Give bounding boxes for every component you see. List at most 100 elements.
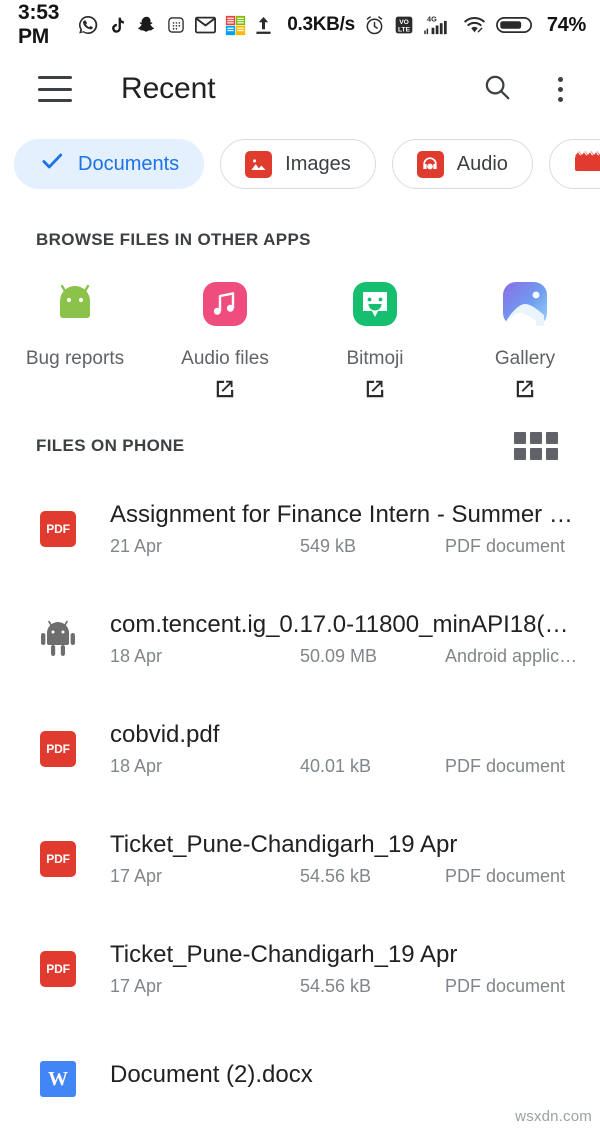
- word-file-icon: W: [36, 1061, 80, 1097]
- files-section-header: FILES ON PHONE: [36, 436, 185, 455]
- file-subtitle: 17 Apr 54.56 kB PDF document: [110, 866, 578, 887]
- chip-video[interactable]: Vi: [548, 139, 600, 189]
- table-row[interactable]: PDF cobvid.pdf 18 Apr 40.01 kB PDF docum…: [0, 694, 600, 804]
- table-row[interactable]: PDF Ticket_Pune-Chandigarh_19 Apr 17 Apr…: [0, 914, 600, 1024]
- status-bar: 3:53 PM 0.3KB/s VO LTE 4G 74%: [0, 0, 600, 50]
- file-size: 54.56 kB: [300, 976, 372, 997]
- file-meta: com.tencent.ig_0.17.0-11800_minAPI18(… 1…: [110, 611, 578, 668]
- wifi-icon: [462, 15, 487, 35]
- pdf-file-icon: PDF: [36, 841, 80, 877]
- upload-icon: [255, 16, 272, 35]
- app-shortcut-bug-reports[interactable]: Bug reports: [0, 276, 150, 402]
- pdf-file-icon: PDF: [36, 511, 80, 547]
- app-bar-actions: [482, 72, 574, 107]
- file-meta: Ticket_Pune-Chandigarh_19 Apr 17 Apr 54.…: [110, 941, 578, 998]
- file-date: 18 Apr: [110, 756, 163, 777]
- pdf-file-icon: PDF: [36, 951, 80, 987]
- file-size: 40.01 kB: [300, 756, 372, 777]
- file-size: 50.09 MB: [300, 646, 378, 667]
- headphones-icon: [416, 150, 444, 178]
- file-subtitle: 17 Apr 54.56 kB PDF document: [110, 976, 578, 997]
- other-apps-row: Bug reports Audio files Bitmoji Gallery: [0, 250, 600, 402]
- page-title: Recent: [121, 72, 216, 105]
- chip-audio[interactable]: Audio: [391, 139, 533, 189]
- music-note-icon: [197, 276, 253, 332]
- file-date: 18 Apr: [110, 646, 163, 667]
- pdf-file-icon: PDF: [36, 731, 80, 767]
- check-icon: [39, 148, 65, 180]
- table-row[interactable]: com.tencent.ig_0.17.0-11800_minAPI18(… 1…: [0, 584, 600, 694]
- app-bar: Recent: [0, 50, 600, 128]
- file-name: cobvid.pdf: [110, 720, 220, 748]
- signal-4g-icon: 4G: [423, 14, 453, 36]
- bitmoji-face-icon: [347, 276, 403, 332]
- watermark: wsxdn.com: [515, 1108, 592, 1125]
- grid-view-icon[interactable]: [514, 432, 558, 460]
- file-meta: Document (2).docx: [110, 1061, 578, 1097]
- browse-section-header: BROWSE FILES IN OTHER APPS: [36, 230, 311, 249]
- file-subtitle: 21 Apr 549 kB PDF document: [110, 536, 578, 557]
- chip-label: Documents: [78, 153, 180, 175]
- whatsapp-icon: [77, 14, 99, 36]
- svg-text:LTE: LTE: [398, 26, 411, 33]
- filter-chips: Documents Images Audio Vi: [0, 128, 600, 200]
- gallery-photo-icon: [497, 276, 553, 332]
- chip-label: Images: [285, 153, 351, 175]
- file-subtitle: 18 Apr 40.01 kB PDF document: [110, 756, 578, 777]
- battery-icon: [495, 15, 534, 35]
- gmail-icon: [195, 16, 217, 34]
- file-name: Assignment for Finance Intern - Summer …: [110, 500, 573, 528]
- file-date: 17 Apr: [110, 976, 163, 997]
- file-name: Document (2).docx: [110, 1061, 313, 1089]
- app-shortcut-label: Audio files: [181, 348, 269, 369]
- svg-text:4G: 4G: [427, 14, 437, 23]
- status-clock: 3:53 PM: [18, 1, 60, 48]
- file-date: 17 Apr: [110, 866, 163, 887]
- chip-images[interactable]: Images: [220, 139, 376, 189]
- table-row[interactable]: W Document (2).docx: [0, 1024, 600, 1133]
- word-badge-label: W: [40, 1061, 76, 1097]
- pdf-badge-label: PDF: [40, 511, 76, 547]
- file-subtitle: 18 Apr 50.09 MB Android applic…: [110, 646, 578, 667]
- pdf-badge-label: PDF: [40, 841, 76, 877]
- table-row[interactable]: PDF Assignment for Finance Intern - Summ…: [0, 474, 600, 584]
- app-shortcut-gallery[interactable]: Gallery: [450, 276, 600, 402]
- file-name: Ticket_Pune-Chandigarh_19 Apr: [110, 940, 458, 968]
- app-shortcut-bitmoji[interactable]: Bitmoji: [300, 276, 450, 402]
- open-in-new-icon[interactable]: [214, 376, 236, 402]
- video-clapper-icon: [574, 148, 600, 180]
- android-robot-icon: [47, 276, 103, 332]
- files-section-header-row: FILES ON PHONE: [0, 402, 600, 460]
- keypad-icon: [166, 15, 186, 35]
- open-in-new-icon[interactable]: [364, 376, 386, 402]
- file-date: 21 Apr: [110, 536, 163, 557]
- table-row[interactable]: PDF Ticket_Pune-Chandigarh_19 Apr 17 Apr…: [0, 804, 600, 914]
- alarm-icon: [364, 15, 385, 36]
- image-icon: [245, 150, 273, 178]
- pdf-badge-label: PDF: [40, 731, 76, 767]
- battery-percent-label: 74%: [546, 13, 586, 36]
- more-options-icon[interactable]: [546, 75, 574, 103]
- file-meta: cobvid.pdf 18 Apr 40.01 kB PDF document: [110, 721, 578, 778]
- chip-documents[interactable]: Documents: [14, 139, 205, 189]
- svg-text:VO: VO: [399, 19, 409, 26]
- snapchat-icon: [136, 15, 157, 36]
- office-icon: [225, 15, 246, 36]
- file-type: PDF document: [445, 866, 566, 887]
- file-size: 549 kB: [300, 536, 357, 557]
- chip-label: Audio: [456, 153, 508, 175]
- app-shortcut-audio-files[interactable]: Audio files: [150, 276, 300, 402]
- apk-file-icon: [36, 620, 80, 658]
- files-app-screen: 3:53 PM 0.3KB/s VO LTE 4G 74% Recent Doc…: [0, 0, 600, 1133]
- app-shortcut-label: Bitmoji: [346, 348, 404, 369]
- pdf-badge-label: PDF: [40, 951, 76, 987]
- file-list: PDF Assignment for Finance Intern - Summ…: [0, 474, 600, 1133]
- open-in-new-icon[interactable]: [514, 376, 536, 402]
- app-shortcut-label: Gallery: [494, 348, 556, 369]
- search-icon[interactable]: [482, 72, 512, 107]
- hamburger-menu-icon[interactable]: [38, 76, 72, 102]
- file-type: PDF document: [445, 976, 566, 997]
- volte-icon: VO LTE: [394, 15, 414, 35]
- file-meta: Ticket_Pune-Chandigarh_19 Apr 17 Apr 54.…: [110, 831, 578, 888]
- tiktok-icon: [108, 15, 127, 36]
